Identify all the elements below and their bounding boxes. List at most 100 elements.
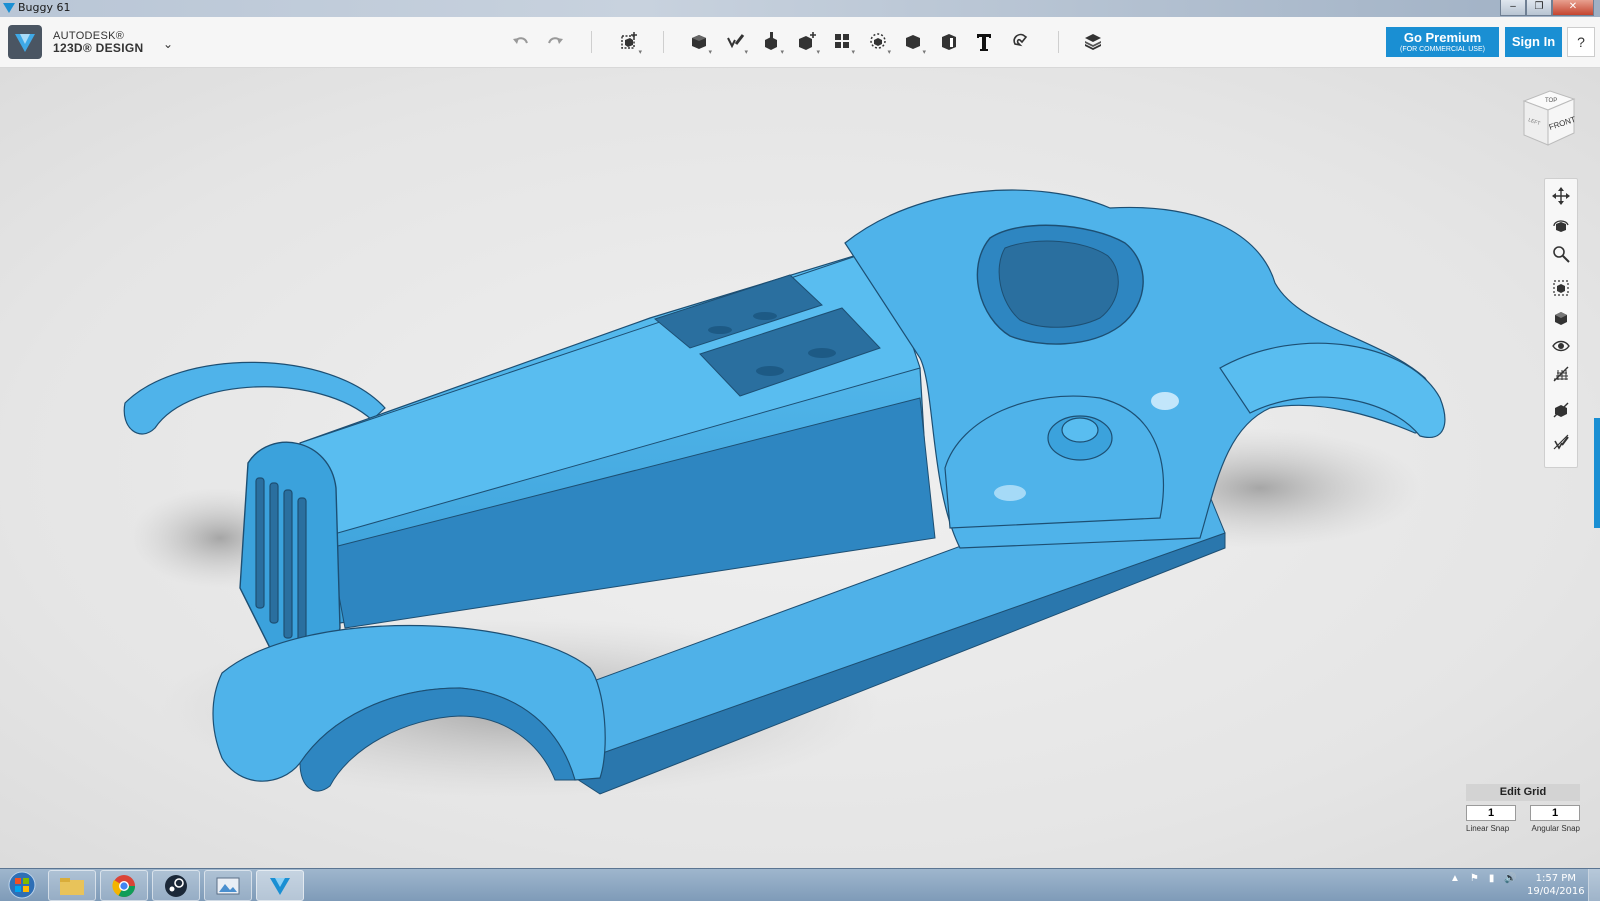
undo-button[interactable] bbox=[506, 26, 536, 56]
logo-icon bbox=[15, 34, 35, 52]
toolbar-separator bbox=[1058, 31, 1059, 53]
premium-sublabel: (FOR COMMERCIAL USE) bbox=[1400, 46, 1485, 53]
brand-label: AUTODESK® 123D® DESIGN bbox=[53, 30, 143, 54]
steam-icon bbox=[165, 874, 187, 897]
material-button[interactable] bbox=[1078, 26, 1108, 56]
app-logo-icon bbox=[3, 3, 15, 13]
zoom-button[interactable] bbox=[1548, 241, 1574, 267]
specular-highlight bbox=[1151, 392, 1179, 410]
system-tray: ▲ ⚑ ▮ 🔊 bbox=[1450, 873, 1517, 884]
visibility-button[interactable] bbox=[1548, 333, 1574, 359]
vent-hole bbox=[753, 312, 777, 320]
fuel-cap bbox=[1061, 417, 1099, 443]
minimize-button[interactable]: – bbox=[1500, 0, 1526, 16]
construct-button[interactable]: ▾ bbox=[756, 26, 786, 56]
close-button[interactable]: ✕ bbox=[1552, 0, 1594, 16]
chrome-icon bbox=[112, 874, 135, 897]
orbit-button[interactable] bbox=[1548, 213, 1574, 239]
sign-in-button[interactable]: Sign In bbox=[1505, 27, 1562, 57]
text-button[interactable] bbox=[969, 26, 999, 56]
action-center-flag-icon[interactable]: ⚑ bbox=[1470, 873, 1479, 884]
specular-highlight bbox=[994, 485, 1026, 501]
folder-icon bbox=[60, 877, 84, 895]
pan-button[interactable] bbox=[1548, 183, 1574, 209]
vent-hole bbox=[808, 348, 836, 358]
windows-taskbar: ▲ ⚑ ▮ 🔊 1:57 PM 19/04/2016 bbox=[0, 868, 1600, 901]
pattern-button[interactable]: ▾ bbox=[827, 26, 857, 56]
main-menu-chevron-icon[interactable]: ⌄ bbox=[163, 37, 173, 51]
edit-grid-panel: Edit Grid Linear Snap Angular Snap bbox=[1466, 784, 1580, 833]
123d-design-icon bbox=[270, 877, 290, 895]
navigation-bar bbox=[1544, 178, 1578, 468]
combine-button[interactable]: ▾ bbox=[898, 26, 928, 56]
measure-button[interactable] bbox=[934, 26, 964, 56]
fit-button[interactable] bbox=[1548, 275, 1574, 301]
primitives-icon bbox=[692, 35, 706, 49]
modify-icon bbox=[799, 32, 816, 50]
orbit-icon bbox=[1553, 220, 1569, 232]
cockpit-seat bbox=[998, 240, 1119, 328]
view-cube[interactable]: TOP FRONT LEFT bbox=[1516, 83, 1578, 153]
grille-slat bbox=[269, 482, 279, 624]
snap-button[interactable] bbox=[1005, 26, 1035, 56]
rear-fender-right bbox=[1219, 342, 1446, 438]
modify-button[interactable]: ▾ bbox=[792, 26, 822, 56]
volume-icon[interactable]: 🔊 bbox=[1504, 873, 1516, 884]
taskbar-explorer[interactable] bbox=[48, 870, 96, 901]
primitives-button[interactable]: ▾ bbox=[684, 26, 714, 56]
grille-slat bbox=[255, 477, 265, 609]
vent-hole bbox=[756, 366, 784, 376]
linear-snap-label: Linear Snap bbox=[1466, 824, 1510, 833]
fit-icon bbox=[1553, 280, 1569, 296]
help-button[interactable]: ? bbox=[1567, 27, 1595, 57]
side-panel-tab[interactable] bbox=[1594, 418, 1600, 528]
grid-toggle-button[interactable] bbox=[1548, 361, 1574, 387]
show-desktop-button[interactable] bbox=[1588, 869, 1600, 901]
redo-button[interactable] bbox=[540, 26, 570, 56]
dropdown-caret-icon: ▾ bbox=[851, 49, 855, 56]
material-toggle-button[interactable] bbox=[1548, 397, 1574, 423]
dropdown-caret-icon: ▾ bbox=[744, 49, 748, 56]
network-icon[interactable]: ▮ bbox=[1489, 873, 1495, 884]
linear-snap-input[interactable] bbox=[1466, 805, 1516, 821]
outline-toggle-icon bbox=[1553, 434, 1569, 450]
edit-grid-button[interactable]: Edit Grid bbox=[1466, 784, 1580, 801]
photo-viewer-icon bbox=[216, 877, 240, 894]
vent-hole bbox=[708, 326, 732, 334]
transform-button[interactable]: ▾ bbox=[614, 26, 644, 56]
go-premium-button[interactable]: Go Premium (FOR COMMERCIAL USE) bbox=[1386, 27, 1499, 57]
material-layers-icon bbox=[1085, 34, 1101, 50]
grouping-button[interactable]: ▾ bbox=[863, 26, 893, 56]
taskbar-steam[interactable] bbox=[152, 870, 200, 901]
view-mode-button[interactable] bbox=[1548, 305, 1574, 331]
3d-viewport[interactable]: TOP FRONT LEFT Edit Grid 1 1 Linear Snap… bbox=[0, 68, 1600, 868]
taskbar-123d-design[interactable] bbox=[256, 870, 304, 901]
start-button-icon[interactable] bbox=[4, 870, 40, 900]
angular-snap-label: Angular Snap bbox=[1531, 824, 1580, 833]
construct-icon bbox=[765, 32, 777, 50]
sketch-button[interactable]: ▾ bbox=[720, 26, 750, 56]
taskbar-photos[interactable] bbox=[204, 870, 252, 901]
maximize-button[interactable]: ❐ bbox=[1526, 0, 1552, 16]
dropdown-caret-icon: ▾ bbox=[922, 49, 926, 56]
buggy-3d-model[interactable] bbox=[0, 68, 1600, 868]
snap-magnet-icon bbox=[1013, 33, 1028, 47]
taskbar-clock[interactable]: 1:57 PM 19/04/2016 bbox=[1527, 872, 1585, 898]
view-mode-cube-icon bbox=[1555, 312, 1567, 325]
clock-time: 1:57 PM bbox=[1535, 873, 1576, 884]
measure-icon bbox=[942, 34, 956, 50]
dropdown-caret-icon: ▾ bbox=[887, 49, 891, 56]
angular-snap-input[interactable] bbox=[1530, 805, 1580, 821]
pattern-icon bbox=[835, 34, 849, 48]
dropdown-caret-icon: ▾ bbox=[780, 49, 784, 56]
viewcube-top-label: TOP bbox=[1545, 98, 1557, 104]
app-logo[interactable] bbox=[8, 25, 42, 59]
redo-icon bbox=[548, 37, 563, 44]
taskbar-chrome[interactable] bbox=[100, 870, 148, 901]
toolbar-separator bbox=[663, 31, 664, 53]
brand-line2: 123D® DESIGN bbox=[53, 41, 144, 55]
dropdown-caret-icon: ▾ bbox=[708, 49, 712, 56]
text-icon bbox=[977, 34, 991, 51]
tray-expand-icon[interactable]: ▲ bbox=[1450, 873, 1460, 884]
outline-toggle-button[interactable] bbox=[1548, 429, 1574, 455]
